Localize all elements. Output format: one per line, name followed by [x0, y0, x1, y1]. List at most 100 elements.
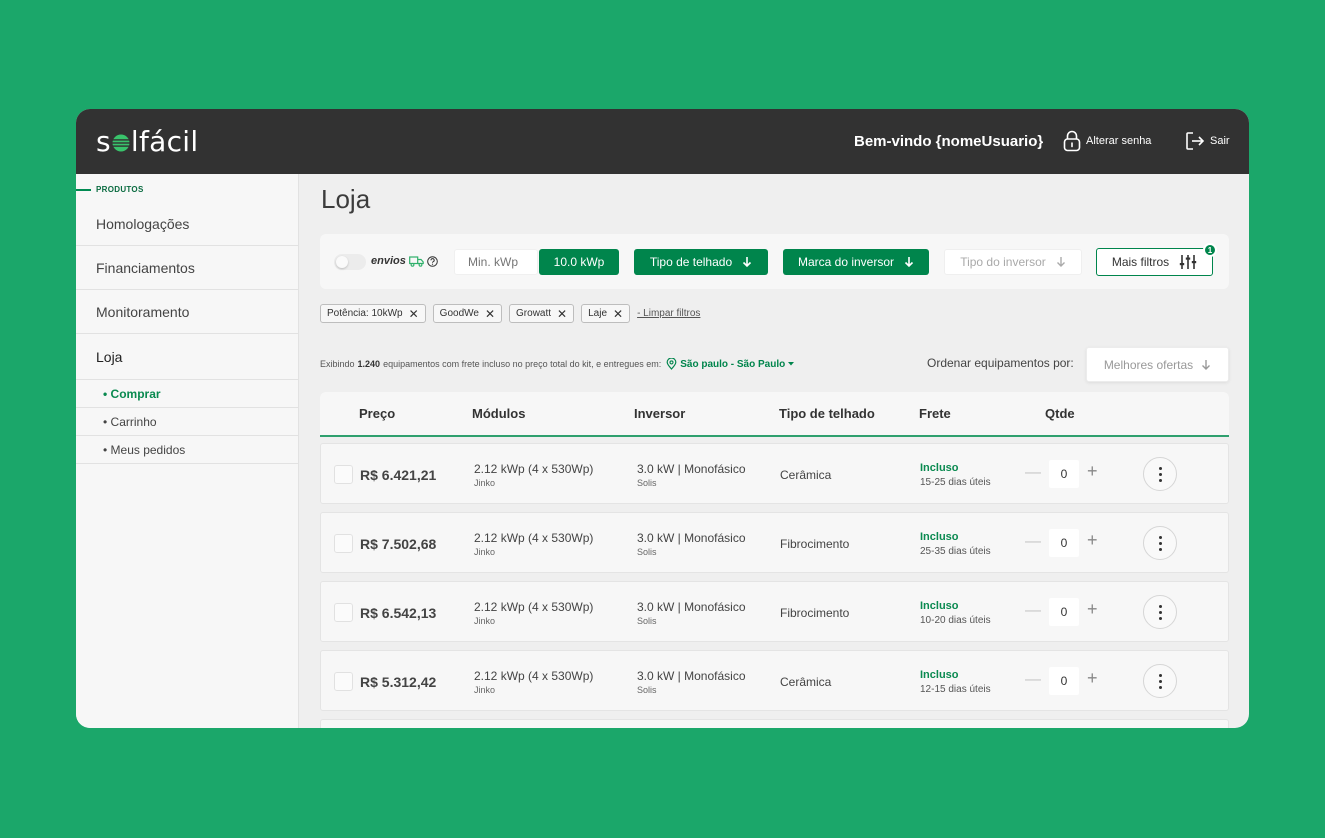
qty-increment-button[interactable]: +: [1087, 668, 1098, 689]
sort-value: Melhores ofertas: [1103, 357, 1194, 372]
qty-input[interactable]: 0: [1049, 529, 1079, 557]
kwp-value-button[interactable]: 10.0 kWp: [539, 249, 619, 275]
tipo-telhado-label: Tipo de telhado: [649, 255, 733, 269]
row-price: R$ 6.542,13: [360, 605, 437, 621]
min-kwp-input[interactable]: [454, 249, 538, 275]
help-icon[interactable]: [427, 255, 438, 267]
qty-increment-button[interactable]: +: [1087, 599, 1098, 620]
results-summary: Exibindo 1.240 equipamentos com frete in…: [320, 358, 795, 370]
clear-filters-link[interactable]: - Limpar filtros: [637, 308, 700, 319]
column-header-frete[interactable]: Frete: [919, 406, 951, 421]
close-icon[interactable]: ✕: [557, 308, 567, 320]
row-modulos: 2.12 kWp (4 x 530Wp): [474, 531, 594, 545]
lock-icon: [1063, 130, 1081, 152]
column-header-modulos[interactable]: Módulos: [472, 406, 525, 421]
qty-decrement-button[interactable]: —: [1025, 464, 1041, 482]
row-checkbox[interactable]: [334, 534, 353, 553]
row-prazo: 15-25 dias úteis: [920, 477, 991, 488]
row-more-button[interactable]: [1143, 526, 1177, 560]
qty-decrement-button[interactable]: —: [1025, 602, 1041, 620]
row-checkbox[interactable]: [334, 603, 353, 622]
row-more-button[interactable]: [1143, 664, 1177, 698]
sidebar-section-products: PRODUTOS: [76, 185, 144, 194]
location-pin-icon: [666, 358, 677, 370]
row-prazo: 10-20 dias úteis: [920, 615, 991, 626]
logout-button[interactable]: Sair: [1185, 129, 1230, 153]
close-icon[interactable]: ✕: [485, 308, 495, 320]
truck-icon: [408, 255, 424, 267]
qty-input[interactable]: 0: [1049, 598, 1079, 626]
column-header-qtde[interactable]: Qtde: [1045, 406, 1075, 421]
filter-chip-label: GoodWe: [439, 308, 479, 319]
logout-icon: [1186, 132, 1205, 150]
sidebar-subitem-carrinho[interactable]: • Carrinho: [76, 408, 299, 436]
arrow-down-icon: [1202, 359, 1211, 370]
envios-label: envios: [371, 255, 406, 267]
sidebar-subitem-comprar[interactable]: • Comprar: [76, 380, 299, 408]
row-checkbox[interactable]: [334, 465, 353, 484]
sidebar-subitem-meus-pedidos[interactable]: • Meus pedidos: [76, 436, 299, 464]
qty-decrement-button[interactable]: —: [1025, 533, 1041, 551]
sidebar-item-homologacoes[interactable]: Homologações: [76, 202, 299, 246]
more-vertical-icon: [1158, 466, 1162, 482]
qty-input[interactable]: 0: [1049, 667, 1079, 695]
row-frete: Incluso: [920, 462, 959, 474]
more-vertical-icon: [1158, 673, 1162, 689]
row-inversor-brand: Solis: [637, 616, 657, 626]
marca-inversor-dropdown[interactable]: Marca do inversor: [783, 249, 929, 275]
filter-chip[interactable]: Laje ✕: [581, 304, 631, 323]
column-header-tipo-telhado[interactable]: Tipo de telhado: [779, 406, 875, 421]
column-header-inversor[interactable]: Inversor: [634, 406, 685, 421]
mais-filtros-label: Mais filtros: [1111, 255, 1170, 269]
tipo-telhado-dropdown[interactable]: Tipo de telhado: [634, 249, 768, 275]
row-telhado: Cerâmica: [780, 468, 832, 482]
row-checkbox[interactable]: [334, 672, 353, 691]
caret-down-icon: [788, 362, 795, 366]
filter-chip[interactable]: Growatt ✕: [509, 304, 575, 323]
location-selector[interactable]: São paulo - São Paulo: [666, 358, 795, 370]
sort-dropdown[interactable]: Melhores ofertas: [1086, 347, 1229, 382]
more-vertical-icon: [1158, 604, 1162, 620]
sidebar-item-loja[interactable]: Loja: [76, 334, 299, 380]
welcome-message: Bem-vindo {nomeUsuario}: [854, 133, 1044, 150]
row-telhado: Fibrocimento: [780, 537, 850, 551]
row-prazo: 12-15 dias úteis: [920, 684, 991, 695]
change-password-label: Alterar senha: [1086, 135, 1152, 147]
row-more-button[interactable]: [1143, 457, 1177, 491]
row-inversor-brand: Solis: [637, 547, 657, 557]
tipo-inversor-dropdown[interactable]: Tipo do inversor: [944, 249, 1082, 275]
arrow-down-icon: [743, 257, 752, 268]
table-row: R$ 7.502,68 2.12 kWp (4 x 530Wp) Jinko 3…: [320, 512, 1229, 573]
row-modulos: 2.12 kWp (4 x 530Wp): [474, 462, 594, 476]
row-frete: Incluso: [920, 669, 959, 681]
filter-bar: envios 10.0 kWp Tipo de telhado: [320, 234, 1229, 289]
qty-input[interactable]: 0: [1049, 460, 1079, 488]
more-vertical-icon: [1158, 535, 1162, 551]
filter-chip[interactable]: GoodWe ✕: [432, 304, 503, 323]
row-price: R$ 7.502,68: [360, 536, 437, 552]
row-inversor: 3.0 kW | Monofásico: [637, 669, 746, 683]
row-more-button[interactable]: [1143, 595, 1177, 629]
table-header: Preço Módulos Inversor Tipo de telhado F…: [320, 392, 1229, 437]
qty-decrement-button[interactable]: —: [1025, 671, 1041, 689]
envios-label-group: envios: [371, 255, 438, 267]
solfacil-logo[interactable]: s lfácil: [96, 125, 198, 158]
sliders-icon: [1179, 255, 1197, 269]
mais-filtros-button[interactable]: Mais filtros: [1096, 248, 1213, 276]
sidebar-item-financiamentos[interactable]: Financiamentos: [76, 246, 299, 290]
change-password-button[interactable]: Alterar senha: [1063, 129, 1151, 153]
qty-increment-button[interactable]: +: [1087, 461, 1098, 482]
qty-increment-button[interactable]: +: [1087, 530, 1098, 551]
row-frete: Incluso: [920, 531, 959, 543]
close-icon[interactable]: ✕: [409, 308, 419, 320]
main-content: Loja envios 10.0 kWp: [300, 174, 1249, 728]
close-icon[interactable]: ✕: [613, 308, 623, 320]
filter-chip[interactable]: Potência: 10kWp ✕: [320, 304, 426, 323]
filter-chip-label: Growatt: [516, 308, 552, 319]
column-header-preco[interactable]: Preço: [359, 406, 395, 421]
row-inversor-brand: Solis: [637, 685, 657, 695]
row-modulos: 2.12 kWp (4 x 530Wp): [474, 600, 594, 614]
envios-toggle[interactable]: [334, 254, 366, 270]
row-modulos: 2.12 kWp (4 x 530Wp): [474, 669, 594, 683]
sidebar-item-monitoramento[interactable]: Monitoramento: [76, 290, 299, 334]
